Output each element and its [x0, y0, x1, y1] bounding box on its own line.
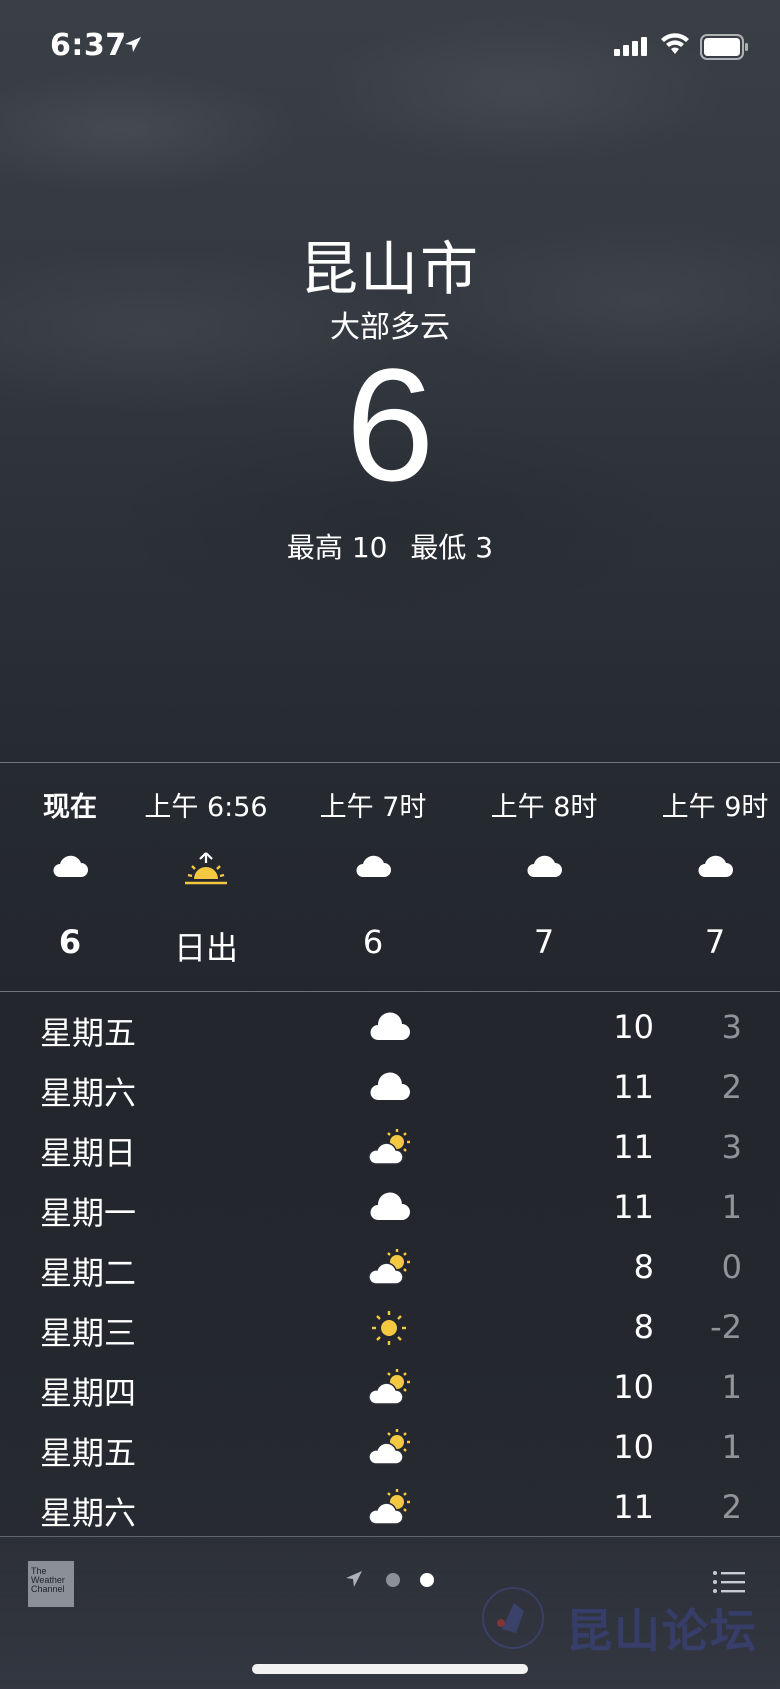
battery-icon	[700, 34, 748, 60]
day-low: 0	[721, 1248, 742, 1286]
partly-sunny-icon	[368, 1369, 410, 1405]
page-dot-icon[interactable]	[386, 1573, 400, 1587]
day-name: 星期六	[40, 1074, 137, 1112]
daily-row: 星期五 10 3	[0, 1000, 780, 1060]
day-name: 星期日	[40, 1134, 137, 1172]
high-low-temperature: 最高 10 最低 3	[0, 526, 780, 566]
day-low: 1	[721, 1428, 742, 1466]
day-high: 11	[613, 1068, 654, 1106]
high-temperature: 最高 10	[286, 531, 388, 564]
day-low: -2	[710, 1308, 742, 1346]
day-name: 星期六	[40, 1494, 137, 1532]
hourly-item: 上午 7时 6	[298, 763, 448, 991]
daily-row: 星期五 10 1	[0, 1420, 780, 1480]
location-arrow-icon	[125, 37, 141, 52]
day-name: 星期二	[40, 1254, 137, 1292]
status-bar: 6:37	[0, 0, 780, 96]
status-time: 6:37	[50, 28, 127, 63]
day-low: 3	[721, 1128, 742, 1166]
day-name: 星期五	[40, 1014, 137, 1052]
hourly-item: 现在 6	[0, 763, 145, 991]
cloud-icon	[527, 855, 562, 877]
hour-label: 上午 8时	[490, 792, 598, 823]
sun-icon	[372, 1311, 406, 1345]
day-name: 星期四	[40, 1374, 137, 1412]
cloud-icon	[53, 855, 88, 877]
daily-row: 星期三 8 -2	[0, 1300, 780, 1360]
cellular-signal-icon	[614, 37, 647, 56]
partly-sunny-icon	[368, 1129, 410, 1165]
page-dot-active-icon[interactable]	[420, 1573, 434, 1587]
hour-value: 日出	[173, 929, 238, 967]
forum-watermark: 昆山论坛	[480, 1585, 780, 1658]
day-name: 星期一	[40, 1194, 137, 1232]
cloud-icon	[698, 855, 733, 877]
hour-value: 6	[362, 923, 384, 961]
hour-value: 7	[704, 923, 726, 961]
daily-row: 星期六 11 2	[0, 1480, 780, 1540]
daily-row: 星期六 11 2	[0, 1060, 780, 1120]
daily-row: 星期二 8 0	[0, 1240, 780, 1300]
hour-label: 上午 6:56	[144, 792, 268, 823]
hour-value: 7	[533, 923, 555, 961]
cloud-icon	[356, 855, 391, 877]
day-low: 2	[721, 1488, 742, 1526]
sunrise-icon	[185, 852, 227, 885]
home-indicator[interactable]	[252, 1664, 528, 1674]
hour-label: 现在	[43, 792, 97, 823]
hourly-forecast[interactable]: 现在 6 上午 6:56 日出 上午 7时 6 上午 8时 7 上午 9时 7	[0, 762, 780, 992]
day-low: 3	[721, 1008, 742, 1046]
partly-sunny-icon	[368, 1429, 410, 1465]
page-control[interactable]	[344, 1567, 454, 1591]
daily-row: 星期一 11 1	[0, 1180, 780, 1240]
daily-row: 星期四 10 1	[0, 1360, 780, 1420]
day-high: 11	[613, 1488, 654, 1526]
day-high: 8	[633, 1308, 654, 1346]
day-low: 1	[721, 1368, 742, 1406]
forum-logo-icon	[482, 1587, 544, 1649]
day-low: 1	[721, 1188, 742, 1226]
hourly-item: 上午 6:56 日出	[131, 763, 281, 991]
current-temperature: 6	[345, 335, 435, 514]
hour-label: 上午 7时	[319, 792, 427, 823]
day-name: 星期三	[40, 1314, 137, 1352]
cloud-icon	[370, 1012, 410, 1040]
daily-row: 星期日 11 3	[0, 1120, 780, 1180]
partly-sunny-icon	[368, 1489, 410, 1525]
day-high: 11	[613, 1128, 654, 1166]
day-low: 2	[721, 1068, 742, 1106]
hour-label: 上午 9时	[661, 792, 769, 823]
day-high: 10	[613, 1368, 654, 1406]
watermark-text: 昆山论坛	[566, 1604, 758, 1658]
low-temperature: 最低 3	[410, 531, 494, 564]
day-high: 8	[633, 1248, 654, 1286]
hourly-item: 上午 9时 7	[640, 763, 780, 991]
day-name: 星期五	[40, 1434, 137, 1472]
hour-value: 6	[58, 923, 82, 961]
cloud-icon	[370, 1192, 410, 1220]
location-arrow-icon	[346, 1571, 362, 1587]
day-high: 10	[613, 1008, 654, 1046]
weather-channel-logo[interactable]: The Weather Channel	[28, 1561, 74, 1607]
partly-sunny-icon	[368, 1249, 410, 1285]
wifi-icon	[661, 33, 689, 54]
day-high: 10	[613, 1428, 654, 1466]
cloud-icon	[370, 1072, 410, 1100]
city-name: 昆山市	[299, 235, 480, 303]
day-high: 11	[613, 1188, 654, 1226]
hourly-item: 上午 8时 7	[469, 763, 619, 991]
